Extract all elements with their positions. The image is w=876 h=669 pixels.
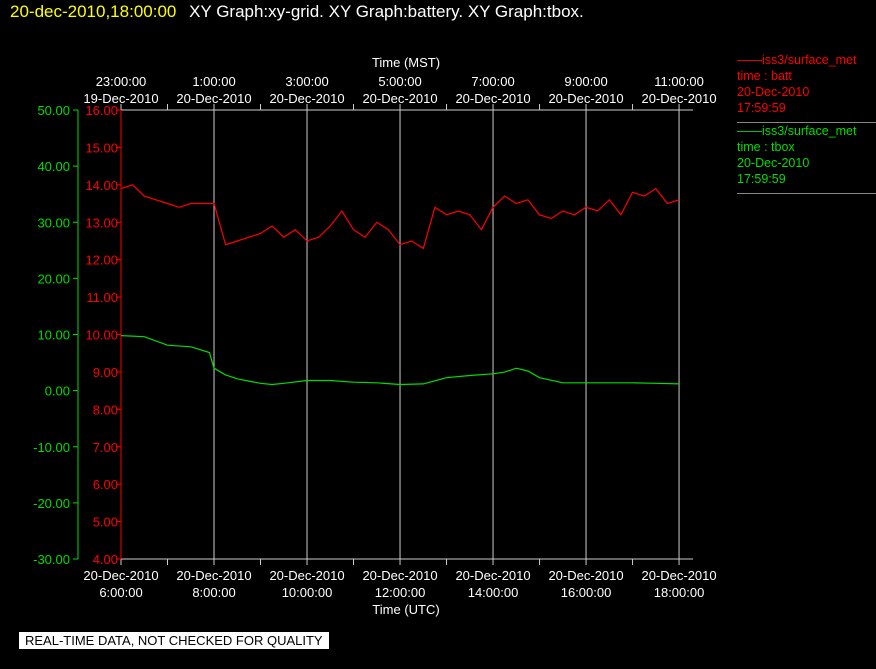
tbox-axis-tick-label: -20.00 [33,496,70,511]
batt-axis-tick-label: 14.00 [85,178,118,193]
batt-axis-tick-label: 13.00 [85,215,118,230]
bottom-tick-date: 20-Dec-2010 [641,568,716,583]
batt-axis-tick-label: 10.00 [85,328,118,343]
top-tick-time: 11:00:00 [654,74,704,89]
legend-tbox-variable: time : tbox [737,140,795,154]
legend-batt-line-icon: —— [737,53,762,67]
legend-tbox-station: iss3/surface_met [762,124,857,138]
tbox-axis-tick-label: 30.00 [37,215,70,230]
tbox-axis-tick-label: -30.00 [33,552,70,567]
bottom-tick-time: 10:00:00 [282,585,333,600]
batt-axis-tick-label: 9.00 [93,365,118,380]
bottom-tick-date: 20-Dec-2010 [83,568,158,583]
top-axis-label: Time (MST) [372,55,440,70]
quality-disclaimer: REAL-TIME DATA, NOT CHECKED FOR QUALITY [19,632,329,649]
top-tick-date: 20-Dec-2010 [362,91,437,106]
legend-batt-time: 17:59:59 [737,101,786,115]
bottom-tick-time: 14:00:00 [468,585,519,600]
legend-tbox: ——iss3/surface_met time : tbox 20-Dec-20… [737,123,876,194]
top-tick-time: 7:00:00 [471,74,514,89]
batt-axis-tick-label: 8.00 [93,402,118,417]
top-tick-date: 20-Dec-2010 [548,91,623,106]
tbox-axis-tick-label: -10.00 [33,440,70,455]
legend-tbox-time: 17:59:59 [737,172,786,186]
tbox-axis-tick-label: 10.00 [37,328,70,343]
top-tick-time: 1:00:00 [192,74,235,89]
top-tick-date: 20-Dec-2010 [455,91,530,106]
batt-axis-tick-label: 6.00 [93,477,118,492]
bottom-tick-time: 6:00:00 [99,585,142,600]
top-tick-date: 20-Dec-2010 [269,91,344,106]
batt-axis-tick-label: 11.00 [86,290,118,305]
batt-axis-tick-label: 16.00 [85,103,118,118]
legend-divider [737,116,876,123]
legend-batt-variable: time : batt [737,69,792,83]
bottom-axis-label: Time (UTC) [372,602,439,617]
bottom-tick-time: 8:00:00 [192,585,235,600]
bottom-tick-date: 20-Dec-2010 [362,568,437,583]
bottom-tick-time: 16:00:00 [561,585,612,600]
legend-tbox-line-icon: —— [737,124,762,138]
bottom-tick-date: 20-Dec-2010 [548,568,623,583]
legend-tbox-date: 20-Dec-2010 [737,156,810,170]
top-tick-time: 9:00:00 [564,74,607,89]
tbox-axis-tick-label: 50.00 [37,103,70,118]
legend-batt: ——iss3/surface_met time : batt 20-Dec-20… [737,52,876,123]
batt-axis-tick-label: 5.00 [93,515,118,530]
batt-axis-tick-label: 7.00 [93,440,118,455]
top-tick-time: 5:00:00 [378,74,421,89]
bottom-tick-date: 20-Dec-2010 [455,568,530,583]
batt-axis-tick-label: 12.00 [85,253,118,268]
bottom-tick-date: 20-Dec-2010 [176,568,251,583]
bottom-tick-date: 20-Dec-2010 [269,568,344,583]
batt-axis-tick-label: 15.00 [85,140,118,155]
top-tick-time: 3:00:00 [285,74,328,89]
legend-divider [737,187,876,194]
batt-axis-tick-label: 4.00 [93,552,118,567]
tbox-axis-tick-label: 20.00 [37,271,70,286]
top-tick-date: 20-Dec-2010 [641,91,716,106]
tbox-axis-tick-label: 0.00 [45,384,70,399]
bottom-tick-time: 18:00:00 [654,585,705,600]
tbox-axis-tick-label: 40.00 [37,159,70,174]
top-tick-time: 23:00:00 [96,74,147,89]
bottom-tick-time: 12:00:00 [375,585,426,600]
top-tick-date: 20-Dec-2010 [176,91,251,106]
legend-batt-station: iss3/surface_met [762,53,857,67]
legend-batt-date: 20-Dec-2010 [737,85,810,99]
